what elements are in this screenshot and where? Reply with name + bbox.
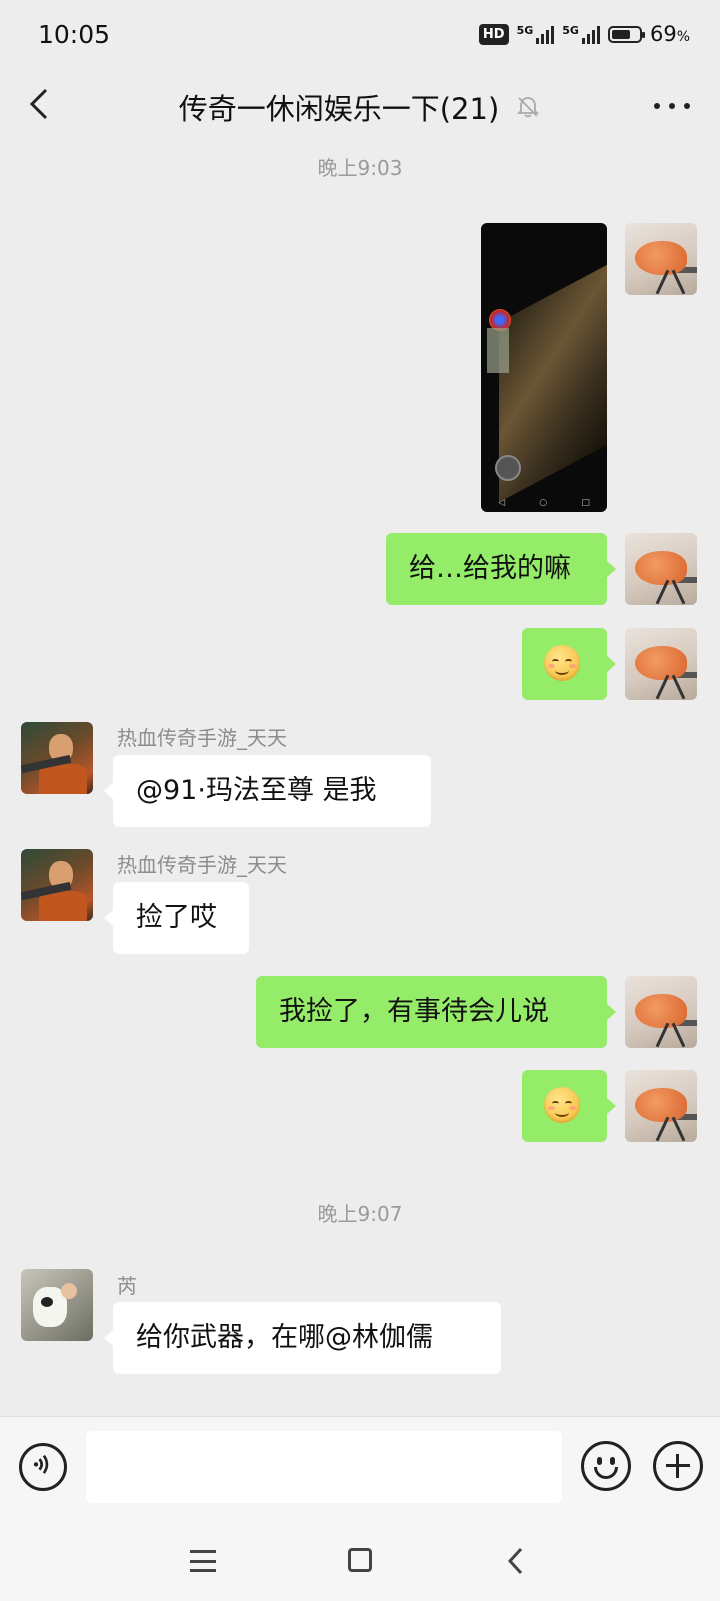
avatar[interactable] [625,1070,697,1142]
message-bubble[interactable]: @91·玛法至尊 是我 [104,755,431,827]
smiling-face-icon [544,1087,580,1123]
avatar[interactable] [21,1269,93,1341]
back-icon[interactable] [506,1546,526,1576]
hd-badge: HD [478,23,509,45]
emoji-icon[interactable] [581,1441,631,1491]
home-icon[interactable] [348,1548,372,1572]
chat-header: 传奇一休闲娱乐一下(21) [0,70,720,148]
sender-name: 热血传奇手游_天天 [117,726,287,750]
battery-icon [607,25,645,43]
emoji-message[interactable] [522,628,616,700]
smiling-face-icon [544,645,580,681]
avatar[interactable] [625,223,697,295]
avatar[interactable] [21,722,93,794]
message-bubble[interactable]: 给…给我的嘛 [386,533,616,605]
avatar[interactable] [21,849,93,921]
chat-title: 传奇一休闲娱乐一下(21) [178,92,500,126]
message-bubble[interactable]: 给你武器，在哪@林伽儒 [104,1302,501,1374]
chat-title-area: 传奇一休闲娱乐一下(21) [0,86,720,128]
avatar[interactable] [625,976,697,1048]
battery-percent: 69% [649,22,690,46]
message-bubble[interactable]: 捡了哎 [104,882,249,954]
plus-icon[interactable] [653,1441,703,1491]
signal-icon: 5G [517,24,555,44]
more-dots-icon[interactable] [654,88,690,124]
system-nav-bar [0,1520,720,1601]
avatar[interactable] [625,533,697,605]
bell-off-icon [517,97,540,118]
timestamp: 晚上9:07 [317,1202,403,1226]
voice-icon[interactable] [19,1443,67,1491]
message-bubble[interactable]: 我捡了，有事待会儿说 [256,976,616,1048]
menu-icon[interactable] [190,1550,216,1572]
timestamp: 晚上9:03 [317,156,403,180]
image-message[interactable]: ◁ ○ □ [481,223,607,512]
status-icons: HD 5G 5G 69% [478,22,690,46]
message-input[interactable] [86,1431,562,1503]
sender-name: 热血传奇手游_天天 [117,853,287,877]
sender-name: 芮 [117,1274,137,1298]
signal-icon: 5G [562,24,600,44]
status-bar: 10:05 HD 5G 5G 69% [0,0,720,70]
emoji-message[interactable] [522,1070,616,1142]
avatar[interactable] [625,628,697,700]
status-time: 10:05 [38,20,111,49]
input-bar [0,1416,720,1521]
